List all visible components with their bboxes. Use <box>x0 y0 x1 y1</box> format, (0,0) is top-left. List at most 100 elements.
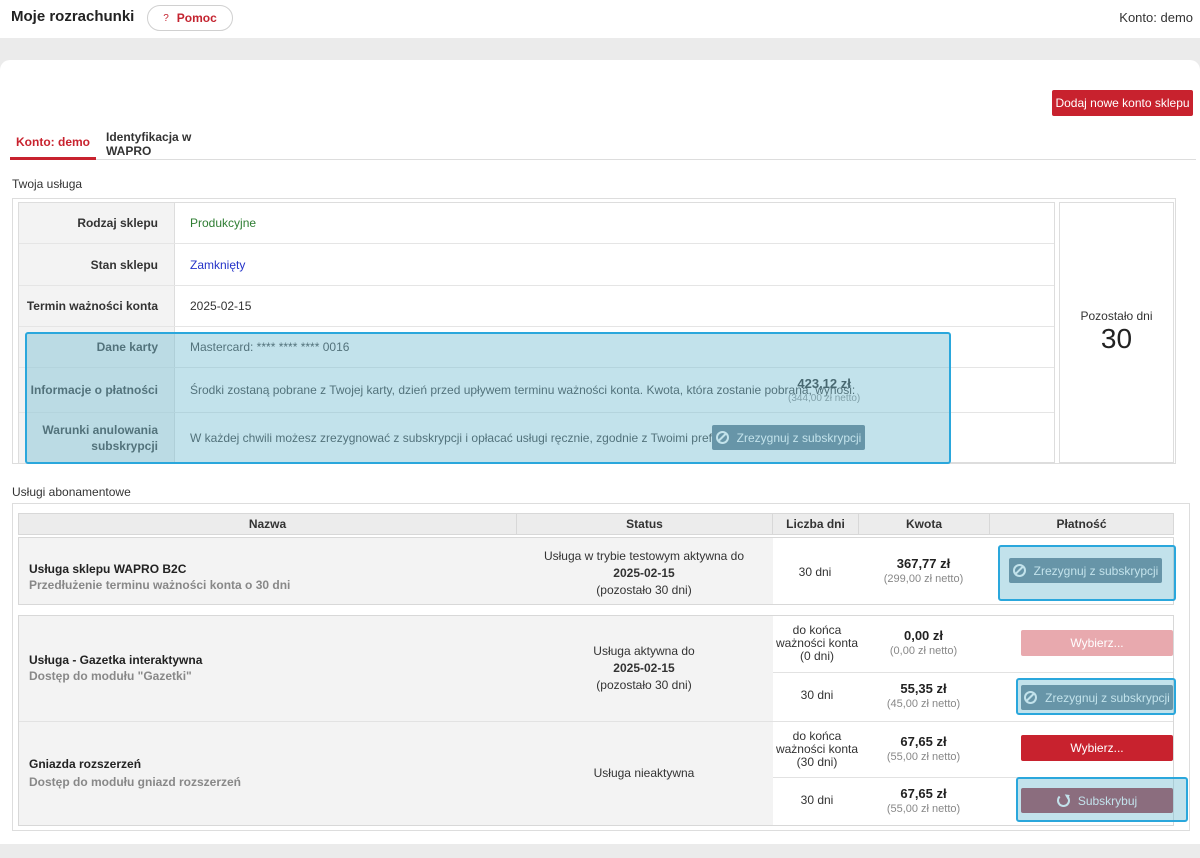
service-row-label: Termin ważności konta <box>19 286 175 326</box>
subscription-description: Przedłużenie terminu ważności konta o 30… <box>29 578 291 592</box>
column-header-payment: Płatność <box>989 514 1173 534</box>
service-row-cancel-terms: Warunki anulowania subskrypcji W każdej … <box>19 413 1054 463</box>
option-days: 30 dni <box>800 688 834 702</box>
unsubscribe-button-label: Zrezygnuj z subskrypcji <box>1033 563 1159 578</box>
service-row-label: Dane karty <box>19 327 175 367</box>
subscription-description: Dostęp do modułu "Gazetki" <box>29 669 192 683</box>
option-amount: 55,35 zł (45,00 zł netto) <box>858 681 989 710</box>
service-panel: Rodzaj sklepu Produkcyjne Stan sklepu Za… <box>12 198 1176 464</box>
help-button-label: Pomoc <box>176 11 217 25</box>
subscriptions-table-header: Nazwa Status Liczba dni Kwota Płatność <box>18 513 1174 535</box>
amount-net: (55,00 zł netto) <box>886 803 961 815</box>
option-amount: 67,65 zł (55,00 zł netto) <box>858 786 989 815</box>
help-button[interactable]: ? Pomoc <box>147 5 233 31</box>
option-days: do końca ważności konta (0 dni) <box>775 623 859 663</box>
question-icon: ? <box>163 12 169 24</box>
subscription-status: Usługa aktywna do 2025-02-15 (pozostało … <box>516 643 772 693</box>
ban-icon <box>1024 691 1038 704</box>
add-shop-account-button[interactable]: Dodaj nowe konto sklepu <box>1052 90 1193 116</box>
subscription-group: Usługa - Gazetka interaktywna Dostęp do … <box>18 615 1174 826</box>
amount-net: (55,00 zł netto) <box>886 751 961 763</box>
amount-gross: 67,65 zł <box>900 786 947 801</box>
payment-amount-net: (344,00 zł netto) <box>788 393 861 404</box>
main-card: Dodaj nowe konto sklepu Konto: demo Iden… <box>0 60 1200 844</box>
service-row-shop-type: Rodzaj sklepu Produkcyjne <box>19 203 1054 244</box>
service-row-label: Warunki anulowania subskrypcji <box>19 413 175 463</box>
service-row-label: Informacje o płatności <box>19 368 175 412</box>
amount-net: (0,00 zł netto) <box>889 645 958 657</box>
row-divider <box>19 721 1173 722</box>
column-header-days: Liczba dni <box>772 514 858 534</box>
subscribe-button[interactable]: Subskrybuj <box>1021 788 1173 813</box>
amount-gross: 367,77 zł <box>896 556 951 571</box>
service-row-value: Zamknięty <box>190 257 246 272</box>
payment-amount: 423,12 zł (344,00 zł netto) <box>788 376 860 404</box>
column-header-amount: Kwota <box>858 514 989 534</box>
subscription-status: Usługa nieaktywna <box>593 766 695 780</box>
option-days: do końca ważności konta (30 dni) <box>775 729 859 769</box>
service-row-label: Rodzaj sklepu <box>19 203 175 243</box>
status-remaining: (pozostało 30 dni) <box>596 678 692 692</box>
service-row-value: Środki zostaną pobrane z Twojej karty, d… <box>190 383 856 397</box>
subscription-name: Gniazda rozszerzeń <box>29 757 142 771</box>
service-row-card-data: Dane karty Mastercard: **** **** **** 00… <box>19 327 1054 368</box>
subscription-amount: 367,77 zł (299,00 zł netto) <box>858 556 989 585</box>
subscription-name: Usługa sklepu WAPRO B2C <box>29 562 187 576</box>
amount-gross: 55,35 zł <box>900 681 947 696</box>
service-row-value: 2025-02-15 <box>190 299 252 313</box>
status-text: Usługa w trybie testowym aktywna do <box>543 549 745 563</box>
top-bar: Moje rozrachunki ? Pomoc Konto: demo <box>0 0 1200 38</box>
amount-net: (45,00 zł netto) <box>886 698 961 710</box>
subscription-days: 30 dni <box>798 565 832 579</box>
subscription-status: Usługa w trybie testowym aktywna do 2025… <box>516 548 772 598</box>
tab-bar: Konto: demo Identyfikacja w WAPRO <box>10 127 1196 160</box>
ban-icon <box>1012 564 1026 577</box>
unsubscribe-button[interactable]: Zrezygnuj z subskrypcji <box>1021 685 1173 710</box>
account-label: Konto: demo <box>1119 10 1193 25</box>
service-row-value: Mastercard: **** **** **** 0016 <box>190 340 350 354</box>
service-section-title: Twoja usługa <box>12 177 83 191</box>
amount-gross: 67,65 zł <box>900 734 947 749</box>
status-date: 2025-02-15 <box>613 661 675 675</box>
choose-button-disabled[interactable]: Wybierz... <box>1021 630 1173 656</box>
service-row-value: Produkcyjne <box>190 216 257 230</box>
option-divider <box>773 777 1173 778</box>
service-row-label: Stan sklepu <box>19 244 175 285</box>
ban-icon <box>715 431 729 444</box>
tab-account-demo[interactable]: Konto: demo <box>10 127 96 160</box>
status-remaining: (pozostało 30 dni) <box>596 583 692 597</box>
option-divider <box>773 672 1173 673</box>
option-amount: 67,65 zł (55,00 zł netto) <box>858 734 989 763</box>
amount-net: (299,00 zł netto) <box>883 573 964 585</box>
option-amount: 0,00 zł (0,00 zł netto) <box>858 628 989 657</box>
subscription-name: Usługa - Gazetka interaktywna <box>29 653 203 667</box>
service-details-table: Rodzaj sklepu Produkcyjne Stan sklepu Za… <box>18 202 1055 463</box>
column-header-name: Nazwa <box>248 517 287 531</box>
days-left-label: Pozostało dni <box>1080 309 1153 323</box>
unsubscribe-button[interactable]: Zrezygnuj z subskrypcji <box>712 425 865 450</box>
days-left-panel: Pozostało dni 30 <box>1059 202 1174 463</box>
refresh-icon <box>1056 794 1070 807</box>
subscriptions-section-title: Usługi abonamentowe <box>12 485 131 499</box>
service-row-payment-info: Informacje o płatności Środki zostaną po… <box>19 368 1054 413</box>
subscription-description: Dostęp do modułu gniazd rozszerzeń <box>29 775 242 789</box>
choose-button[interactable]: Wybierz... <box>1021 735 1173 761</box>
tab-wapro-identification[interactable]: Identyfikacja w WAPRO <box>106 127 226 160</box>
subscription-row-b2c: Usługa sklepu WAPRO B2C Przedłużenie ter… <box>18 537 1174 605</box>
amount-gross: 0,00 zł <box>903 628 944 643</box>
unsubscribe-button-label: Zrezygnuj z subskrypcji <box>1045 690 1170 705</box>
service-row-expiry: Termin ważności konta 2025-02-15 <box>19 286 1054 327</box>
service-row-value: W każdej chwili możesz zrezygnować z sub… <box>190 431 768 445</box>
subscribe-button-label: Subskrybuj <box>1077 793 1138 808</box>
option-days: 30 dni <box>800 793 834 807</box>
status-text: Usługa aktywna do <box>593 644 695 658</box>
unsubscribe-button-label: Zrezygnuj z subskrypcji <box>736 430 862 445</box>
column-header-status: Status <box>516 514 772 534</box>
unsubscribe-button[interactable]: Zrezygnuj z subskrypcji <box>1009 558 1162 583</box>
status-date: 2025-02-15 <box>613 566 675 580</box>
days-left-value: 30 <box>1100 323 1133 354</box>
page-title: Moje rozrachunki <box>11 8 135 25</box>
service-row-shop-state: Stan sklepu Zamknięty <box>19 244 1054 286</box>
payment-amount-gross: 423,12 zł <box>797 376 851 391</box>
subscriptions-panel: Nazwa Status Liczba dni Kwota Płatność U… <box>12 503 1190 831</box>
